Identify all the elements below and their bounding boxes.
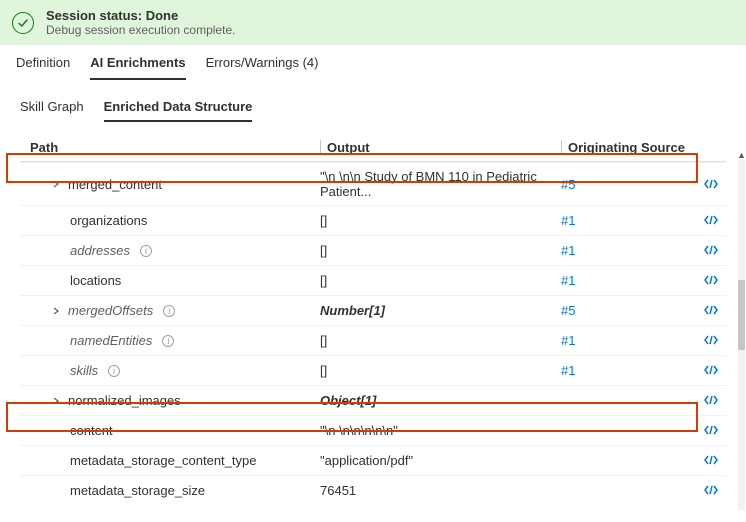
table-row: normalized_images Object[1]: [20, 385, 726, 415]
info-icon[interactable]: i: [162, 335, 174, 347]
source-link[interactable]: #1: [561, 213, 575, 228]
info-icon[interactable]: i: [140, 245, 152, 257]
source-link[interactable]: #1: [561, 273, 575, 288]
table-row: mergedOffsets i Number[1] #5: [20, 295, 726, 325]
scroll-up-arrow-icon[interactable]: ▲: [737, 150, 746, 159]
output-value: 76451: [320, 483, 561, 498]
banner-subtitle: Debug session execution complete.: [46, 23, 235, 37]
output-value: Object[1]: [320, 393, 561, 408]
path-label: skills: [70, 363, 98, 378]
path-label: organizations: [70, 213, 147, 228]
chevron-right-icon[interactable]: [50, 395, 62, 407]
output-value: []: [320, 243, 561, 258]
source-link[interactable]: #1: [561, 333, 575, 348]
scrollbar-thumb[interactable]: [738, 280, 745, 350]
code-icon[interactable]: [704, 483, 718, 498]
code-icon[interactable]: [704, 393, 718, 408]
code-icon[interactable]: [704, 423, 718, 438]
success-check-icon: [12, 12, 34, 34]
output-value: []: [320, 213, 561, 228]
sub-tabs: Skill Graph Enriched Data Structure: [0, 81, 746, 122]
table-row: locations [] #1: [20, 265, 726, 295]
info-icon[interactable]: i: [163, 305, 175, 317]
path-label: addresses: [70, 243, 130, 258]
status-banner: Session status: Done Debug session execu…: [0, 0, 746, 45]
data-table: Path Output Originating Source merged_co…: [0, 122, 746, 505]
table-row: addresses i [] #1: [20, 235, 726, 265]
table-row: metadata_storage_content_type "applicati…: [20, 445, 726, 475]
source-link[interactable]: #5: [561, 177, 575, 192]
output-value: Number[1]: [320, 303, 561, 318]
path-label: metadata_storage_size: [70, 483, 205, 498]
output-value: "\n \n\n Study of BMN 110 in Pediatric P…: [320, 169, 561, 199]
table-row: namedEntities i [] #1: [20, 325, 726, 355]
code-icon[interactable]: [704, 363, 718, 378]
path-label: locations: [70, 273, 121, 288]
header-path: Path: [30, 140, 320, 155]
source-link[interactable]: #5: [561, 303, 575, 318]
path-label: normalized_images: [68, 393, 181, 408]
code-icon[interactable]: [704, 273, 718, 288]
code-icon[interactable]: [704, 243, 718, 258]
tab-ai-enrichments[interactable]: AI Enrichments: [90, 55, 185, 80]
table-row: merged_content "\n \n\n Study of BMN 110…: [20, 162, 726, 205]
header-output: Output: [320, 140, 561, 155]
code-icon[interactable]: [704, 213, 718, 228]
code-icon[interactable]: [704, 303, 718, 318]
main-tabs: Definition AI Enrichments Errors/Warning…: [0, 45, 746, 81]
output-value: []: [320, 273, 561, 288]
table-header: Path Output Originating Source: [20, 134, 726, 162]
info-icon[interactable]: i: [108, 365, 120, 377]
path-label: namedEntities: [70, 333, 152, 348]
output-value: []: [320, 363, 561, 378]
table-row: content "\n \n\n\n\n\n": [20, 415, 726, 445]
chevron-right-icon[interactable]: [50, 305, 62, 317]
path-label: content: [70, 423, 113, 438]
source-link[interactable]: #1: [561, 243, 575, 258]
tab-definition[interactable]: Definition: [16, 55, 70, 80]
code-icon[interactable]: [704, 177, 718, 192]
path-label: merged_content: [68, 177, 162, 192]
output-value: []: [320, 333, 561, 348]
header-source: Originating Source: [561, 140, 696, 155]
path-label: metadata_storage_content_type: [70, 453, 256, 468]
banner-title: Session status: Done: [46, 8, 235, 23]
table-row: organizations [] #1: [20, 205, 726, 235]
output-value: "\n \n\n\n\n\n": [320, 423, 561, 438]
code-icon[interactable]: [704, 453, 718, 468]
subtab-enriched-data-structure[interactable]: Enriched Data Structure: [104, 99, 253, 122]
table-row: metadata_storage_size 76451: [20, 475, 726, 505]
output-value: "application/pdf": [320, 453, 561, 468]
table-row: skillsi [] #1: [20, 355, 726, 385]
subtab-skill-graph[interactable]: Skill Graph: [20, 99, 84, 122]
path-label: mergedOffsets: [68, 303, 153, 318]
chevron-right-icon[interactable]: [50, 178, 62, 190]
code-icon[interactable]: [704, 333, 718, 348]
source-link[interactable]: #1: [561, 363, 575, 378]
tab-errors-warnings[interactable]: Errors/Warnings (4): [206, 55, 319, 80]
